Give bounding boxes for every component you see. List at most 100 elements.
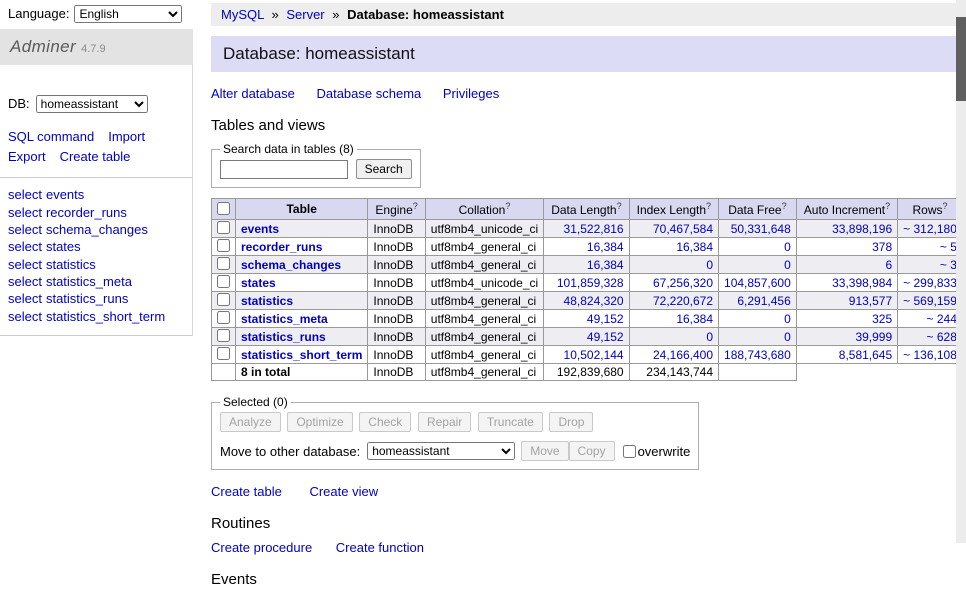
table-link[interactable]: statistics_short_term bbox=[46, 309, 165, 324]
table-name-link[interactable]: schema_changes bbox=[241, 258, 341, 272]
select-link[interactable]: select bbox=[8, 187, 42, 202]
table-link[interactable]: statistics_runs bbox=[46, 291, 128, 306]
help-link[interactable]: ? bbox=[413, 201, 418, 211]
table-name-link[interactable]: statistics_meta bbox=[241, 312, 328, 326]
help-link[interactable]: ? bbox=[943, 201, 948, 211]
export-link[interactable]: Export bbox=[8, 149, 46, 164]
auto-increment-link[interactable]: 913,577 bbox=[849, 294, 892, 308]
data-free-link[interactable]: 0 bbox=[784, 258, 791, 272]
drop-button[interactable]: Drop bbox=[549, 412, 593, 432]
auto-increment-link[interactable]: 33,898,196 bbox=[832, 222, 892, 236]
index-length-link[interactable]: 67,256,320 bbox=[653, 276, 713, 290]
data-length-link[interactable]: 49,152 bbox=[587, 312, 624, 326]
create-function-link[interactable]: Create function bbox=[336, 540, 424, 555]
data-free-link[interactable]: 6,291,456 bbox=[737, 294, 790, 308]
data-length-link[interactable]: 48,824,320 bbox=[564, 294, 624, 308]
data-free-link[interactable]: 0 bbox=[784, 330, 791, 344]
table-name-link[interactable]: recorder_runs bbox=[241, 240, 322, 254]
data-length-link[interactable]: 31,522,816 bbox=[564, 222, 624, 236]
data-free-link[interactable]: 0 bbox=[784, 240, 791, 254]
repair-button[interactable]: Repair bbox=[418, 412, 471, 432]
import-link[interactable]: Import bbox=[108, 129, 145, 144]
row-checkbox[interactable] bbox=[217, 221, 230, 234]
rows-count-link[interactable]: ~ 136,108 bbox=[903, 348, 957, 362]
row-checkbox[interactable] bbox=[217, 329, 230, 342]
vertical-scrollbar[interactable] bbox=[956, 0, 966, 543]
analyze-button[interactable]: Analyze bbox=[220, 412, 281, 432]
breadcrumb-mysql-link[interactable]: MySQL bbox=[221, 7, 264, 22]
language-select[interactable]: English bbox=[74, 5, 182, 23]
auto-increment-link[interactable]: 378 bbox=[872, 240, 892, 254]
rows-count-link[interactable]: ~ 5 bbox=[940, 240, 957, 254]
index-length-link[interactable]: 72,220,672 bbox=[653, 294, 713, 308]
data-length-link[interactable]: 16,384 bbox=[587, 258, 624, 272]
index-length-link[interactable]: 24,166,400 bbox=[653, 348, 713, 362]
help-link[interactable]: ? bbox=[706, 201, 711, 211]
row-checkbox[interactable] bbox=[217, 293, 230, 306]
db-select[interactable]: homeassistant bbox=[36, 95, 148, 113]
auto-increment-link[interactable]: 33,398,984 bbox=[832, 276, 892, 290]
index-length-link[interactable]: 0 bbox=[706, 258, 713, 272]
copy-button[interactable]: Copy bbox=[569, 441, 615, 461]
database-schema-link[interactable]: Database schema bbox=[316, 86, 421, 101]
rows-count-link[interactable]: ~ 628 bbox=[927, 330, 957, 344]
privileges-link[interactable]: Privileges bbox=[443, 86, 499, 101]
scrollbar-thumb[interactable] bbox=[956, 17, 966, 101]
select-link[interactable]: select bbox=[8, 205, 42, 220]
auto-increment-link[interactable]: 325 bbox=[872, 312, 892, 326]
row-checkbox[interactable] bbox=[217, 311, 230, 324]
select-link[interactable]: select bbox=[8, 239, 42, 254]
select-link[interactable]: select bbox=[8, 274, 42, 289]
data-free-link[interactable]: 0 bbox=[784, 312, 791, 326]
overwrite-checkbox[interactable] bbox=[623, 445, 636, 458]
rows-count-link[interactable]: ~ 569,159 bbox=[903, 294, 957, 308]
row-checkbox[interactable] bbox=[217, 347, 230, 360]
index-length-link[interactable]: 16,384 bbox=[676, 312, 713, 326]
table-name-link[interactable]: statistics_runs bbox=[241, 330, 326, 344]
rows-count-link[interactable]: ~ 312,180 bbox=[903, 222, 957, 236]
data-free-link[interactable]: 50,331,648 bbox=[731, 222, 791, 236]
select-link[interactable]: select bbox=[8, 309, 42, 324]
create-view-link[interactable]: Create view bbox=[309, 484, 378, 499]
create-table-sidebar-link[interactable]: Create table bbox=[60, 149, 131, 164]
sql-command-link[interactable]: SQL command bbox=[8, 129, 94, 144]
table-link[interactable]: events bbox=[46, 187, 84, 202]
create-table-link[interactable]: Create table bbox=[211, 484, 282, 499]
data-length-link[interactable]: 10,502,144 bbox=[564, 348, 624, 362]
data-free-link[interactable]: 188,743,680 bbox=[724, 348, 791, 362]
move-button[interactable]: Move bbox=[521, 441, 568, 461]
row-checkbox[interactable] bbox=[217, 275, 230, 288]
search-input[interactable] bbox=[220, 160, 348, 179]
help-link[interactable]: ? bbox=[782, 201, 787, 211]
alter-database-link[interactable]: Alter database bbox=[211, 86, 295, 101]
optimize-button[interactable]: Optimize bbox=[287, 412, 352, 432]
help-link[interactable]: ? bbox=[617, 201, 622, 211]
index-length-link[interactable]: 70,467,584 bbox=[653, 222, 713, 236]
select-link[interactable]: select bbox=[8, 222, 42, 237]
table-name-link[interactable]: events bbox=[241, 222, 279, 236]
data-length-link[interactable]: 101,859,328 bbox=[557, 276, 624, 290]
table-name-link[interactable]: states bbox=[241, 276, 276, 290]
table-name-link[interactable]: statistics bbox=[241, 294, 293, 308]
move-db-select[interactable]: homeassistant bbox=[367, 442, 515, 460]
select-link[interactable]: select bbox=[8, 257, 42, 272]
data-length-link[interactable]: 49,152 bbox=[587, 330, 624, 344]
table-link[interactable]: statistics bbox=[46, 257, 96, 272]
table-name-link[interactable]: statistics_short_term bbox=[241, 348, 362, 362]
table-link[interactable]: statistics_meta bbox=[46, 274, 132, 289]
truncate-button[interactable]: Truncate bbox=[478, 412, 543, 432]
check-button[interactable]: Check bbox=[359, 412, 411, 432]
data-free-link[interactable]: 104,857,600 bbox=[724, 276, 791, 290]
table-link[interactable]: states bbox=[46, 239, 81, 254]
breadcrumb-server-link[interactable]: Server bbox=[286, 7, 324, 22]
data-length-link[interactable]: 16,384 bbox=[587, 240, 624, 254]
index-length-link[interactable]: 16,384 bbox=[676, 240, 713, 254]
table-link[interactable]: recorder_runs bbox=[46, 205, 127, 220]
help-link[interactable]: ? bbox=[505, 201, 510, 211]
auto-increment-link[interactable]: 6 bbox=[885, 258, 892, 272]
search-button[interactable]: Search bbox=[356, 159, 412, 179]
auto-increment-link[interactable]: 39,999 bbox=[855, 330, 892, 344]
table-link[interactable]: schema_changes bbox=[46, 222, 148, 237]
help-link[interactable]: ? bbox=[885, 201, 890, 211]
row-checkbox[interactable] bbox=[217, 257, 230, 270]
